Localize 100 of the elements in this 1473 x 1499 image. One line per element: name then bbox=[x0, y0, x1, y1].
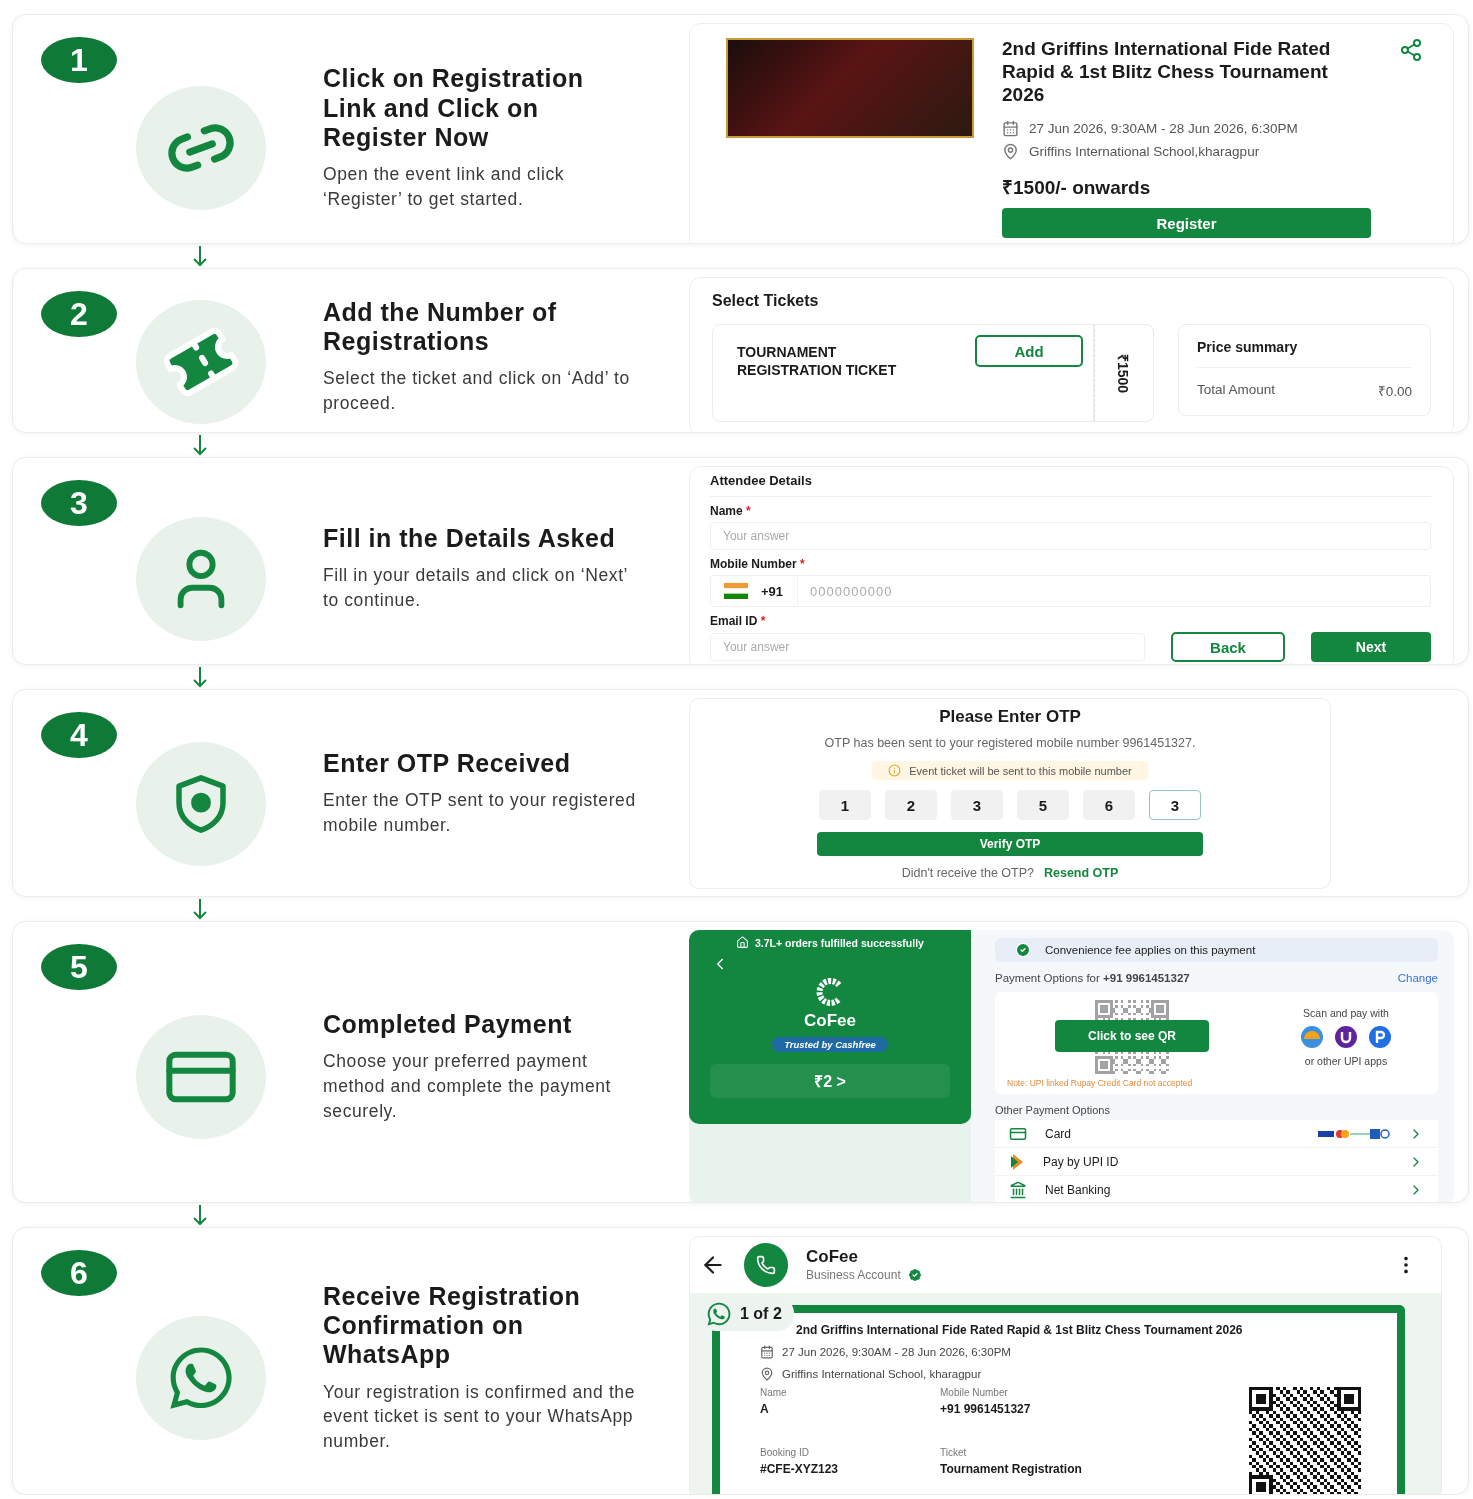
step-description: Enter the OTP sent to your registered mobile number. bbox=[323, 789, 637, 838]
register-button[interactable]: Register bbox=[1002, 208, 1371, 239]
otp-digit-field[interactable]: 3 bbox=[1149, 790, 1201, 821]
ticket-title: 2nd Griffins International Fide Rated Rapid & 1st Blitz Chess Tournament 2026 bbox=[795, 1323, 1244, 1337]
event-price: ₹1500/- onwards bbox=[1002, 176, 1152, 201]
summary-heading: Price summary bbox=[1197, 339, 1299, 355]
other-apps-text: or other UPI apps bbox=[1304, 1055, 1388, 1067]
otp-message: OTP has been sent to your registered mobile number 9961451327. bbox=[823, 735, 1197, 752]
upi-note: Note: UPI linked Rupay Credit Card not accepted bbox=[1007, 1078, 1194, 1088]
payment-options-for: Payment Options for +91 9961451327 bbox=[995, 972, 1190, 984]
house-icon bbox=[736, 936, 749, 949]
calendar-icon bbox=[1002, 120, 1019, 138]
change-link[interactable]: Change bbox=[1397, 972, 1438, 984]
orders-text: 3.7L+ orders fulfilled successfully bbox=[755, 936, 924, 949]
total-amount: ₹0.00 bbox=[1377, 383, 1412, 400]
field-label: Email ID bbox=[710, 614, 758, 628]
resend-prompt: Didn't receive the OTP? bbox=[901, 866, 1034, 881]
india-flag-icon bbox=[723, 583, 749, 599]
notice-text: Event ticket will be sent to this mobile number bbox=[909, 764, 1132, 777]
brand-name: CoFee bbox=[804, 1011, 856, 1031]
qr-code-icon bbox=[1249, 1387, 1361, 1494]
text-field[interactable]: Your answer bbox=[710, 522, 1431, 550]
detail-value: #CFE-XYZ123 bbox=[760, 1462, 840, 1476]
country-code-selector[interactable]: +91 bbox=[710, 575, 799, 607]
otp-digit-field[interactable]: 5 bbox=[1017, 790, 1069, 821]
resend-otp-link[interactable]: Resend OTP bbox=[1044, 866, 1119, 881]
step-title: Completed Payment bbox=[323, 1010, 573, 1040]
step-title: Add the Number of Registrations bbox=[323, 297, 558, 357]
step-description: Choose your preferred payment method and complete the payment securely. bbox=[323, 1050, 613, 1124]
step-description: Your registration is confirmed and the event ticket is sent to your WhatsApp number. bbox=[323, 1380, 637, 1454]
step-description: Select the ticket and click on ‘Add’ to proceed. bbox=[323, 367, 631, 416]
payment-option[interactable]: Net Banking bbox=[995, 1176, 1438, 1202]
chat-name: CoFee bbox=[806, 1247, 859, 1267]
down-arrow-icon bbox=[192, 245, 208, 267]
step-description: Fill in your details and click on ‘Next’ to continue. bbox=[323, 564, 629, 613]
down-arrow-icon bbox=[192, 898, 208, 920]
step-title: Fill in the Details Asked bbox=[323, 524, 617, 554]
section-heading: Attendee Details bbox=[710, 473, 1431, 497]
detail-label: Booking ID bbox=[760, 1447, 810, 1458]
field-label: Mobile Number bbox=[710, 557, 797, 571]
verify-otp-button[interactable]: Verify OTP bbox=[817, 832, 1203, 857]
ticket-date: 27 Jun 2026, 9:30AM - 28 Jun 2026, 6:30PM bbox=[782, 1346, 1011, 1358]
phone-field[interactable]: 0000000000 bbox=[798, 575, 1431, 607]
location-pin-icon bbox=[1002, 143, 1019, 161]
account-type: Business Account bbox=[806, 1268, 901, 1282]
step-description: Open the event link and click ‘Register’ to get started. bbox=[323, 163, 566, 212]
required-asterisk: * bbox=[760, 614, 766, 628]
ticket-name: TOURNAMENT REGISTRATION TICKET bbox=[737, 343, 898, 380]
detail-value: Tournament Registration bbox=[940, 1462, 1083, 1476]
required-asterisk: * bbox=[746, 504, 751, 518]
avatar-icon bbox=[744, 1243, 788, 1287]
total-label: Total Amount bbox=[1197, 382, 1276, 399]
location-pin-icon bbox=[760, 1367, 774, 1381]
other-options-heading: Other Payment Options bbox=[995, 1104, 1111, 1116]
next-button[interactable]: Next bbox=[1311, 632, 1431, 662]
step-title: Click on Registration Link and Click on Register Now bbox=[323, 64, 585, 153]
required-asterisk: * bbox=[800, 557, 805, 571]
info-icon bbox=[888, 764, 902, 778]
otp-digit-field[interactable]: 1 bbox=[819, 790, 871, 821]
otp-digit-field[interactable]: 3 bbox=[951, 790, 1003, 821]
step-title: Receive Registration Confirmation on WhatsApp bbox=[323, 1281, 582, 1370]
see-qr-button[interactable]: Click to see QR bbox=[1055, 1020, 1209, 1052]
step-number: 4 bbox=[41, 712, 117, 758]
detail-value: A bbox=[760, 1402, 770, 1416]
card-brands-icon bbox=[1318, 1127, 1390, 1140]
check-icon bbox=[1015, 942, 1031, 958]
whatsapp-icon bbox=[706, 1301, 732, 1327]
calendar-icon bbox=[760, 1345, 774, 1359]
payment-option[interactable]: Pay by UPI ID bbox=[995, 1148, 1438, 1176]
step-number: 3 bbox=[41, 480, 117, 526]
step-number: 2 bbox=[41, 291, 117, 337]
detail-label: Ticket bbox=[940, 1447, 968, 1458]
add-button[interactable]: Add bbox=[975, 335, 1083, 367]
bank-icon bbox=[1009, 1180, 1027, 1199]
upi-icon bbox=[1009, 1152, 1025, 1171]
step-number: 5 bbox=[41, 944, 117, 990]
otp-digit-field[interactable]: 2 bbox=[885, 790, 937, 821]
scan-text: Scan and pay with bbox=[1303, 1007, 1389, 1019]
section-heading: Select Tickets bbox=[712, 292, 820, 310]
detail-label: Name bbox=[760, 1387, 788, 1398]
event-venue: Griffins International School,kharagpur bbox=[1029, 144, 1260, 160]
back-button[interactable]: Back bbox=[1171, 632, 1285, 662]
verified-badge-icon bbox=[906, 1267, 923, 1283]
down-arrow-icon bbox=[192, 666, 208, 688]
share-icon[interactable] bbox=[1399, 38, 1423, 62]
otp-digit-field[interactable]: 6 bbox=[1083, 790, 1135, 821]
step-number: 1 bbox=[41, 37, 117, 83]
down-arrow-icon bbox=[192, 434, 208, 456]
down-arrow-icon bbox=[192, 1204, 208, 1226]
fee-notice: Convenience fee applies on this payment bbox=[995, 938, 1438, 962]
step-title: Enter OTP Received bbox=[323, 749, 572, 779]
otp-heading: Please Enter OTP bbox=[939, 707, 1081, 727]
trust-badge: Trusted by Cashfree bbox=[772, 1037, 888, 1052]
amount-button[interactable]: ₹2 > bbox=[710, 1064, 950, 1098]
event-title: 2nd Griffins International Fide Rated Rapid & 1st Blitz Chess Tournament 2026 bbox=[1002, 38, 1332, 107]
step-number: 6 bbox=[41, 1250, 117, 1296]
text-field[interactable]: Your answer bbox=[710, 633, 1145, 661]
payment-option[interactable]: Card bbox=[995, 1120, 1438, 1148]
field-label: Name bbox=[710, 504, 743, 518]
country-code: +91 bbox=[761, 583, 784, 599]
